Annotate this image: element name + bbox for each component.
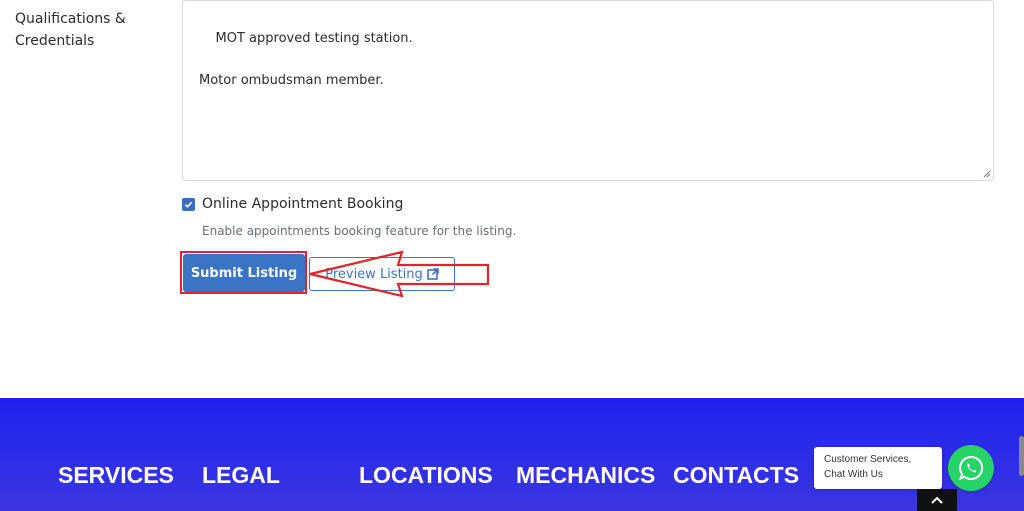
listing-form: Qualifications & Credentials MOT approve…	[0, 0, 1024, 398]
footer-link-legal[interactable]: LEGAL	[202, 462, 280, 489]
footer-link-mechanics[interactable]: MECHANICS	[516, 462, 655, 489]
preview-listing-label: Preview Listing	[325, 266, 423, 282]
resize-grip-icon[interactable]	[983, 170, 991, 178]
qualifications-textarea[interactable]: MOT approved testing station. Motor ombu…	[182, 0, 994, 181]
annotation-highlight-box	[180, 251, 307, 294]
page-scrollbar-thumb[interactable]	[1019, 436, 1024, 476]
footer-link-services[interactable]: SERVICES	[58, 462, 174, 489]
scroll-to-top-button[interactable]	[917, 489, 957, 511]
external-link-icon	[426, 268, 439, 280]
qualifications-label: Qualifications & Credentials	[15, 11, 126, 49]
chevron-up-icon	[931, 496, 943, 504]
online-booking-label[interactable]: Online Appointment Booking	[202, 196, 403, 212]
online-booking-help: Enable appointments booking feature for …	[202, 224, 517, 238]
qualifications-text: MOT approved testing station. Motor ombu…	[199, 31, 413, 88]
checkmark-icon	[184, 201, 193, 208]
chat-bubble[interactable]: Customer Services, Chat With Us	[814, 447, 942, 489]
footer-link-contacts[interactable]: CONTACTS	[673, 462, 799, 489]
preview-listing-button[interactable]: Preview Listing	[309, 257, 455, 291]
online-booking-checkbox[interactable]	[182, 197, 195, 211]
whatsapp-chat-button[interactable]	[948, 445, 994, 491]
whatsapp-icon	[958, 455, 984, 481]
footer-link-locations[interactable]: LOCATIONS	[359, 462, 493, 489]
online-booking-row[interactable]: Online Appointment Booking	[182, 196, 403, 212]
